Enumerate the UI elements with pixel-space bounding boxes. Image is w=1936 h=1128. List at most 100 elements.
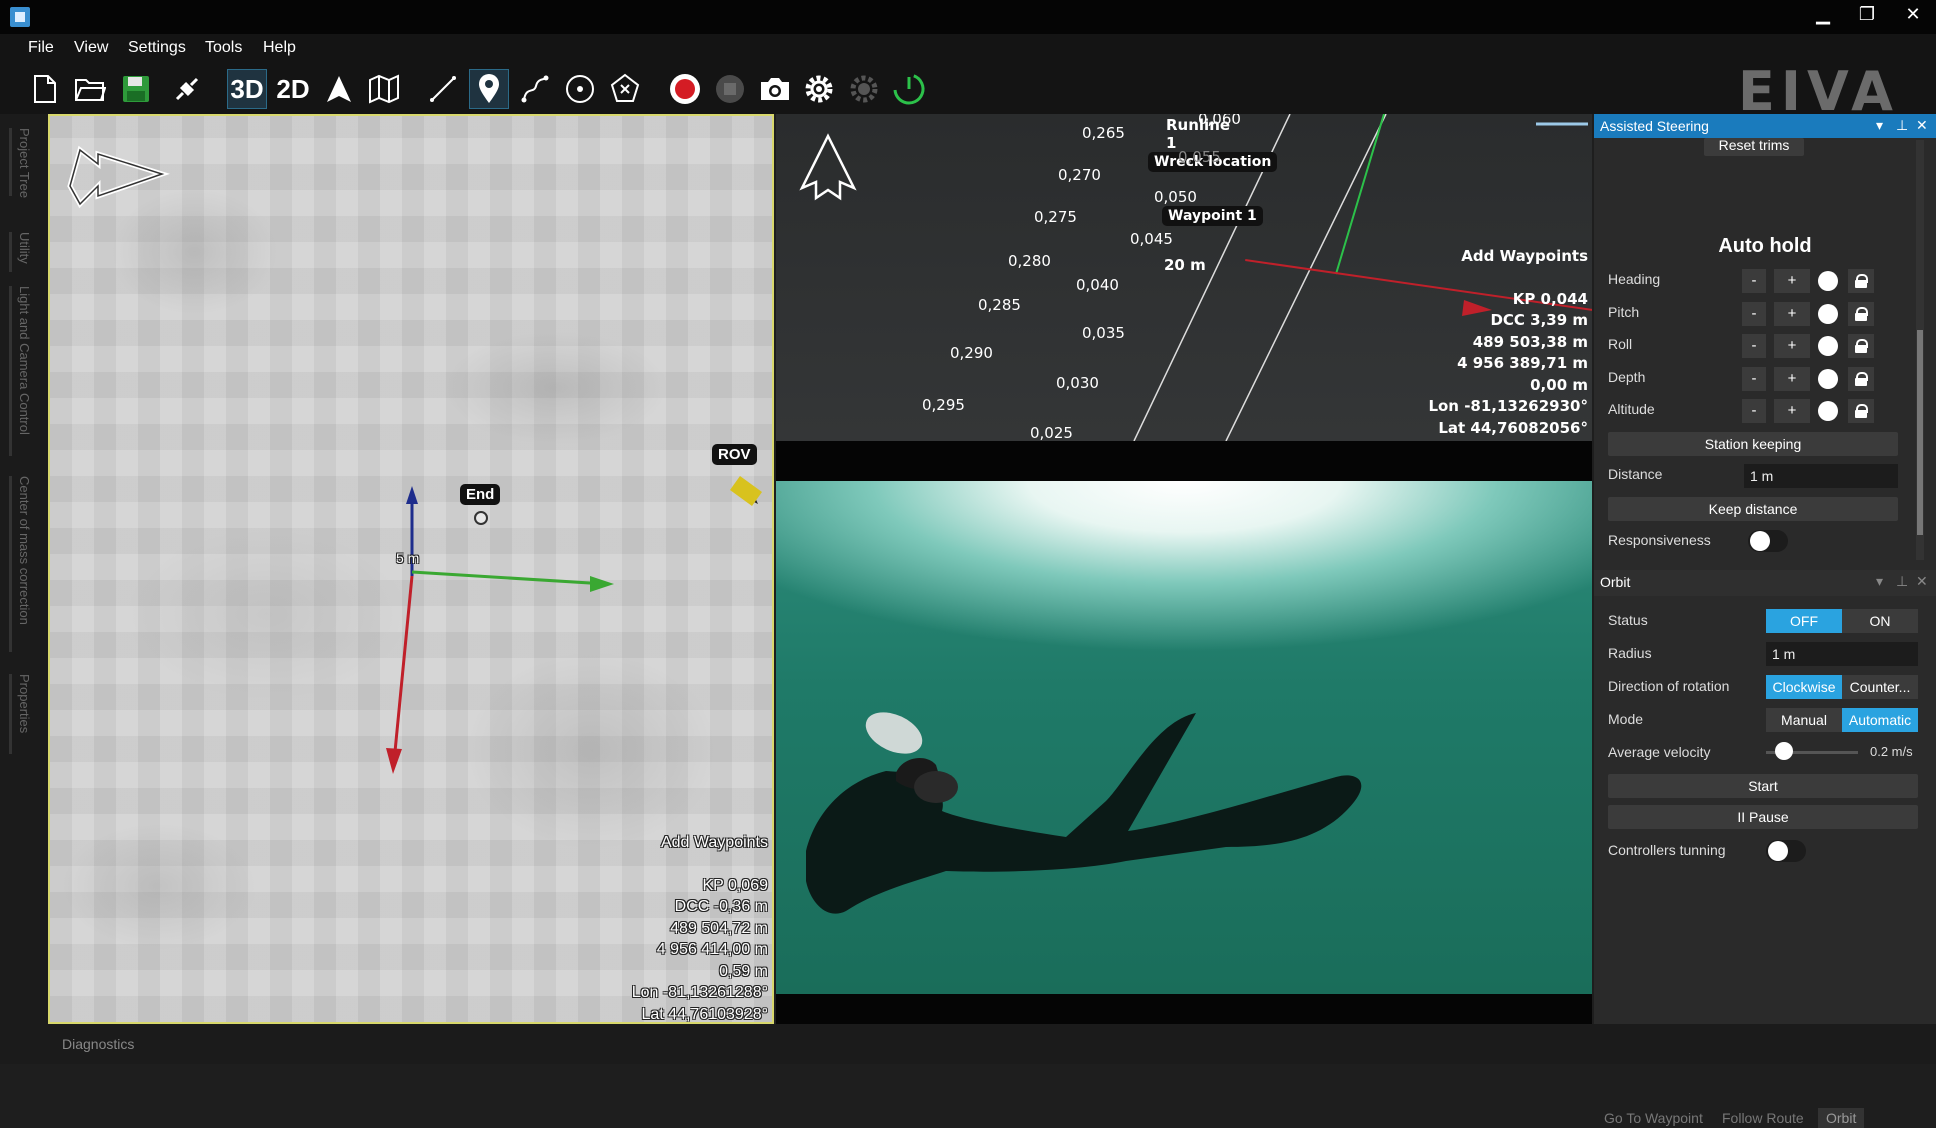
- velocity-slider-thumb[interactable]: [1775, 742, 1794, 760]
- side-tab-light-camera[interactable]: Light and Camera Control: [14, 286, 32, 435]
- mode-automatic-button[interactable]: Automatic: [1842, 708, 1918, 732]
- power-icon[interactable]: [890, 70, 928, 108]
- map-icon[interactable]: [365, 70, 403, 108]
- heading-plus-button[interactable]: +: [1774, 269, 1810, 293]
- diagnostics-tab[interactable]: Diagnostics: [62, 1036, 134, 1052]
- close-panel-icon[interactable]: ✕: [1916, 117, 1928, 134]
- mode-manual-button[interactable]: Manual: [1766, 708, 1842, 732]
- tab-go-to-waypoint[interactable]: Go To Waypoint: [1604, 1110, 1703, 1126]
- orbit-off-button[interactable]: OFF: [1766, 609, 1842, 633]
- kp-value-2d: KP 0,044: [1512, 289, 1588, 308]
- roll-toggle[interactable]: [1818, 336, 1838, 356]
- target-circle-icon[interactable]: [561, 70, 599, 108]
- camera-snapshot-icon[interactable]: [756, 70, 794, 108]
- north-indicator-3d: [67, 145, 171, 209]
- view-divider: [776, 441, 1592, 481]
- new-file-icon[interactable]: [26, 70, 64, 108]
- connect-plug-icon[interactable]: [168, 70, 206, 108]
- close-button[interactable]: ✕: [1898, 4, 1928, 25]
- keep-distance-button[interactable]: Keep distance: [1608, 497, 1898, 521]
- camera-feed[interactable]: [776, 481, 1592, 994]
- disabled-gear-icon[interactable]: [845, 70, 883, 108]
- end-waypoint-tag[interactable]: End: [460, 484, 501, 505]
- clockwise-button[interactable]: Clockwise: [1766, 675, 1842, 699]
- menu-help[interactable]: Help: [263, 39, 296, 57]
- menu-tools[interactable]: Tools: [205, 39, 242, 57]
- rov-tag[interactable]: ROV: [712, 444, 757, 465]
- pin-icon[interactable]: ⊥: [1896, 117, 1908, 134]
- waypoint-1-tag[interactable]: Waypoint 1: [1162, 206, 1263, 226]
- settings-gear-icon[interactable]: [800, 70, 838, 108]
- heading-lock-icon[interactable]: [1848, 269, 1874, 293]
- panel-scrollbar-thumb[interactable]: [1917, 330, 1923, 535]
- responsiveness-label: Responsiveness: [1608, 532, 1711, 548]
- roll-minus-button[interactable]: -: [1742, 334, 1766, 358]
- heading-toggle[interactable]: [1818, 271, 1838, 291]
- altitude-toggle[interactable]: [1818, 401, 1838, 421]
- depth-minus-button[interactable]: -: [1742, 367, 1766, 391]
- orbit-pause-button[interactable]: II Pause: [1608, 805, 1918, 829]
- menu-file[interactable]: File: [28, 39, 54, 57]
- polygon-icon[interactable]: [606, 70, 644, 108]
- reset-trims-button[interactable]: Reset trims: [1704, 138, 1804, 156]
- altitude-minus-button[interactable]: -: [1742, 399, 1766, 423]
- tab-orbit[interactable]: Orbit: [1818, 1108, 1865, 1128]
- heading-label: Heading: [1608, 271, 1661, 287]
- measure-line-icon[interactable]: [424, 70, 462, 108]
- lat-value: Lat 44,76103928°: [641, 1005, 768, 1023]
- stop-icon[interactable]: [711, 70, 749, 108]
- open-folder-icon[interactable]: [71, 70, 109, 108]
- minimize-button[interactable]: ▁: [1808, 4, 1838, 25]
- responsiveness-toggle[interactable]: [1748, 530, 1788, 552]
- dropdown-icon[interactable]: ▾: [1876, 117, 1883, 134]
- title-bar: ▁ ❐ ✕: [0, 0, 1936, 34]
- restore-button[interactable]: ❐: [1852, 4, 1882, 25]
- position-readout-2d: Add Waypoints KP 0,044 DCC 3,39 m 489 50…: [1428, 246, 1588, 439]
- route-icon[interactable]: [516, 70, 554, 108]
- altitude-plus-button[interactable]: +: [1774, 399, 1810, 423]
- orbit-pin-icon[interactable]: ⊥: [1896, 573, 1908, 590]
- pitch-minus-button[interactable]: -: [1742, 302, 1766, 326]
- view-2d-button[interactable]: 2D: [274, 70, 312, 108]
- kp-label-right-4: 0,040: [1076, 276, 1119, 294]
- orbit-dropdown-icon[interactable]: ▾: [1876, 573, 1883, 590]
- depth-toggle[interactable]: [1818, 369, 1838, 389]
- scale-label-3d: 5 m: [396, 550, 420, 566]
- station-keeping-button[interactable]: Station keeping: [1608, 432, 1898, 456]
- view-2d[interactable]: Runline 1 Wreck location Waypoint 1 20 m…: [776, 114, 1592, 441]
- orbit-start-button[interactable]: Start: [1608, 774, 1918, 798]
- side-tab-center-of-mass[interactable]: Center of mass correction: [14, 476, 32, 625]
- roll-plus-button[interactable]: +: [1774, 334, 1810, 358]
- radius-field[interactable]: 1 m: [1766, 642, 1918, 666]
- orbit-close-icon[interactable]: ✕: [1916, 573, 1928, 590]
- altitude-lock-icon[interactable]: [1848, 399, 1874, 423]
- easting-value-2d: 489 503,38 m: [1472, 332, 1588, 351]
- kp-label-left-2: 0,275: [1034, 208, 1077, 226]
- depth-plus-button[interactable]: +: [1774, 367, 1810, 391]
- north-arrow-icon[interactable]: [320, 70, 358, 108]
- heading-minus-button[interactable]: -: [1742, 269, 1766, 293]
- tab-follow-route[interactable]: Follow Route: [1722, 1110, 1804, 1126]
- view-3d[interactable]: ROV End 5 m Add Waypoints KP 0,069 DCC -…: [48, 114, 774, 1024]
- roll-lock-icon[interactable]: [1848, 334, 1874, 358]
- position-readout-3d: Add Waypoints KP 0,069 DCC -0,36 m 489 5…: [632, 832, 768, 1023]
- controllers-tuning-toggle[interactable]: [1766, 840, 1806, 862]
- orbit-on-button[interactable]: ON: [1842, 609, 1918, 633]
- distance-field[interactable]: 1 m: [1744, 464, 1898, 488]
- pitch-toggle[interactable]: [1818, 304, 1838, 324]
- waypoint-pin-icon[interactable]: [469, 69, 509, 109]
- view-3d-button[interactable]: 3D: [227, 69, 267, 109]
- side-tab-utility[interactable]: Utility: [14, 232, 32, 264]
- depth-lock-icon[interactable]: [1848, 367, 1874, 391]
- menu-settings[interactable]: Settings: [128, 39, 186, 57]
- side-tab-properties[interactable]: Properties: [14, 674, 32, 733]
- pitch-lock-icon[interactable]: [1848, 302, 1874, 326]
- menu-view[interactable]: View: [74, 39, 108, 57]
- save-icon[interactable]: [117, 70, 155, 108]
- counter-clockwise-button[interactable]: Counter...: [1842, 675, 1918, 699]
- record-icon[interactable]: [666, 70, 704, 108]
- side-tab-project-tree[interactable]: Project Tree: [14, 128, 32, 198]
- pitch-plus-button[interactable]: +: [1774, 302, 1810, 326]
- kp-label-left-0: 0,265: [1082, 124, 1125, 142]
- left-dock-strip: Project Tree Utility Light and Camera Co…: [0, 114, 48, 1024]
